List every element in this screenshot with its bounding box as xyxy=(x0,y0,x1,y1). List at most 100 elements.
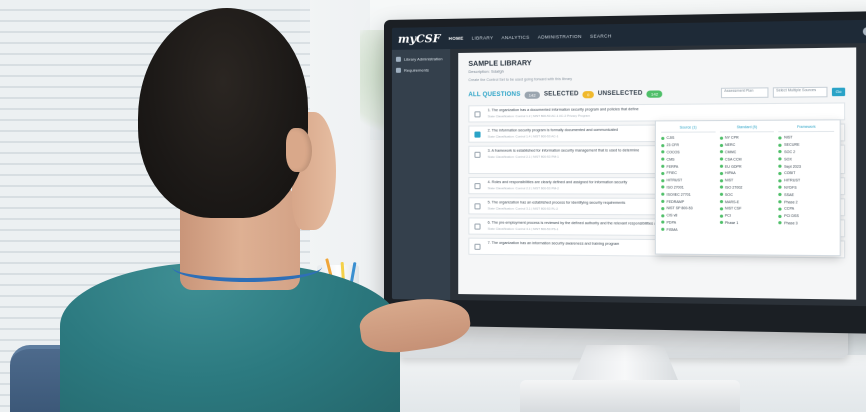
dropdown-option-label: EU GDPR xyxy=(724,164,742,169)
filter-bar: ALL QUESTIONS 142 SELECTED 0 UNSELECTED … xyxy=(468,86,846,101)
office-scene: myCSF HOME LIBRARY ANALYTICS ADMINISTRAT… xyxy=(0,0,866,412)
status-dot-icon xyxy=(719,150,723,154)
dropdown-option[interactable]: NIST xyxy=(719,177,775,184)
dropdown-option[interactable]: EU GDPR xyxy=(719,163,775,170)
dropdown-option-label: Sept 2023 xyxy=(784,164,801,169)
dropdown-option-label: 23 CFR xyxy=(666,143,679,148)
dropdown-option-label: HITRUST xyxy=(666,178,683,183)
dropdown-option[interactable]: HITRUST xyxy=(661,177,715,184)
status-dot-icon xyxy=(661,143,665,147)
dropdown-option[interactable]: FERPA xyxy=(661,163,715,170)
status-dot-icon xyxy=(778,214,782,218)
status-dot-icon xyxy=(778,207,782,211)
dropdown-option[interactable]: COBIT xyxy=(778,170,834,177)
dropdown-option[interactable]: FFIEC xyxy=(661,170,715,177)
dropdown-option-label: CSA CCM xyxy=(724,157,742,162)
dropdown-column-header: Source (1) xyxy=(661,125,716,133)
dropdown-option[interactable]: CSA CCM xyxy=(719,156,775,163)
status-dot-icon xyxy=(661,150,665,154)
question-text: 1. The organization has a documented inf… xyxy=(487,107,639,113)
dropdown-option-label: FFIEC xyxy=(666,171,677,176)
status-dot-icon xyxy=(661,213,665,218)
dropdown-option-label: PCI xyxy=(724,213,732,218)
status-dot-icon xyxy=(778,186,782,190)
dropdown-option-label: NIST xyxy=(784,135,793,140)
tab-unselected[interactable]: UNSELECTED xyxy=(598,91,643,98)
status-dot-icon xyxy=(661,136,665,140)
dropdown-option-label: Phase 3 xyxy=(784,221,798,226)
source-dropdown[interactable]: Source (1) CJIS 23 CFR COCOS CMS FERPA F… xyxy=(654,119,841,257)
main-content: SAMPLE LIBRARY Description: Sdafgh Creat… xyxy=(458,47,857,300)
dropdown-option-label: MARS-E xyxy=(724,199,740,204)
dropdown-columns: Source (1) CJIS 23 CFR COCOS CMS FERPA F… xyxy=(661,124,835,235)
dropdown-option-label: FEDRAMP xyxy=(666,199,685,204)
status-dot-icon xyxy=(661,171,665,175)
dropdown-option-label: Phase 1 xyxy=(724,220,739,226)
dropdown-option-label: ISO/IEC 27701 xyxy=(666,192,691,197)
status-dot-icon xyxy=(719,193,723,197)
hair xyxy=(138,8,308,218)
dropdown-option-label: SSAE xyxy=(784,192,794,197)
dropdown-option[interactable]: Phase 3 xyxy=(778,220,834,227)
status-dot-icon xyxy=(778,143,782,147)
status-dot-icon xyxy=(778,221,782,225)
nav-search[interactable]: SEARCH xyxy=(590,33,611,38)
unselected-count-badge: 142 xyxy=(646,89,663,98)
status-dot-icon xyxy=(719,214,723,218)
status-dot-icon xyxy=(719,136,723,140)
dropdown-option-label: ISO 27001 xyxy=(666,185,684,190)
dropdown-option-label: NY CPR xyxy=(724,135,739,141)
dropdown-column: Source (1) CJIS 23 CFR COCOS CMS FERPA F… xyxy=(661,125,716,233)
status-dot-icon xyxy=(719,185,723,190)
status-dot-icon xyxy=(661,164,665,168)
monitor-stand-base xyxy=(520,380,740,412)
status-dot-icon xyxy=(778,157,782,161)
status-dot-icon xyxy=(661,185,665,189)
selected-count-badge: 0 xyxy=(582,90,594,98)
status-dot-icon xyxy=(778,178,782,183)
status-dot-icon xyxy=(719,200,723,204)
status-dot-icon xyxy=(719,171,723,175)
dropdown-option[interactable]: Phase 1 xyxy=(719,219,775,226)
status-dot-icon xyxy=(661,192,665,197)
dropdown-option[interactable]: HIPAA xyxy=(719,170,775,177)
dropdown-option[interactable]: FISMA xyxy=(661,226,715,233)
question-meta: State Classification: Control 1.2 | NIST… xyxy=(487,113,590,119)
status-dot-icon xyxy=(778,200,782,204)
dropdown-column: Framework NIST SECURE SOC 2 SOX Sept 202… xyxy=(778,124,835,235)
dropdown-option[interactable]: SOX xyxy=(778,156,834,163)
status-dot-icon xyxy=(719,157,723,161)
dropdown-option-label: SOX xyxy=(784,157,792,162)
dropdown-option[interactable]: Sept 2023 xyxy=(778,163,834,170)
all-count-badge: 142 xyxy=(524,91,540,99)
nav-administration[interactable]: ADMINISTRATION xyxy=(538,33,582,39)
dropdown-option-label: ISO 27002 xyxy=(724,185,743,190)
status-dot-icon xyxy=(778,193,782,197)
person-at-desk xyxy=(10,0,480,412)
status-dot-icon xyxy=(719,178,723,183)
dropdown-option[interactable]: HITRUST xyxy=(778,177,834,184)
dropdown-option-label: NIST xyxy=(724,178,734,183)
status-dot-icon xyxy=(778,164,782,168)
status-dot-icon xyxy=(719,207,723,211)
monitor-stand-neck xyxy=(570,345,680,385)
dropdown-option[interactable]: CMS xyxy=(661,156,715,163)
nav-analytics[interactable]: ANALYTICS xyxy=(501,34,529,40)
dropdown-option-label: FISMA xyxy=(666,227,678,232)
status-dot-icon xyxy=(661,178,665,182)
page-description: Create the Control Set to be used going … xyxy=(468,76,573,83)
source-multiselect[interactable]: Select Multiple Sources xyxy=(772,86,828,98)
status-dot-icon xyxy=(719,164,723,168)
status-dot-icon xyxy=(719,143,723,147)
status-dot-icon xyxy=(661,227,665,232)
dropdown-option-label: SOC xyxy=(724,192,733,197)
status-dot-icon xyxy=(661,199,665,204)
dropdown-option[interactable]: SOC 2 xyxy=(778,148,834,155)
assessment-select[interactable]: Assessment Plan xyxy=(720,87,769,99)
tab-selected[interactable]: SELECTED xyxy=(544,91,579,97)
go-button[interactable]: Go xyxy=(831,87,846,97)
dropdown-option-label: Phase 2 xyxy=(784,199,798,205)
dropdown-column-header: Standard (5) xyxy=(719,124,775,133)
dropdown-option-label: CJIS xyxy=(666,136,675,141)
dropdown-column-header: Framework xyxy=(778,124,835,133)
